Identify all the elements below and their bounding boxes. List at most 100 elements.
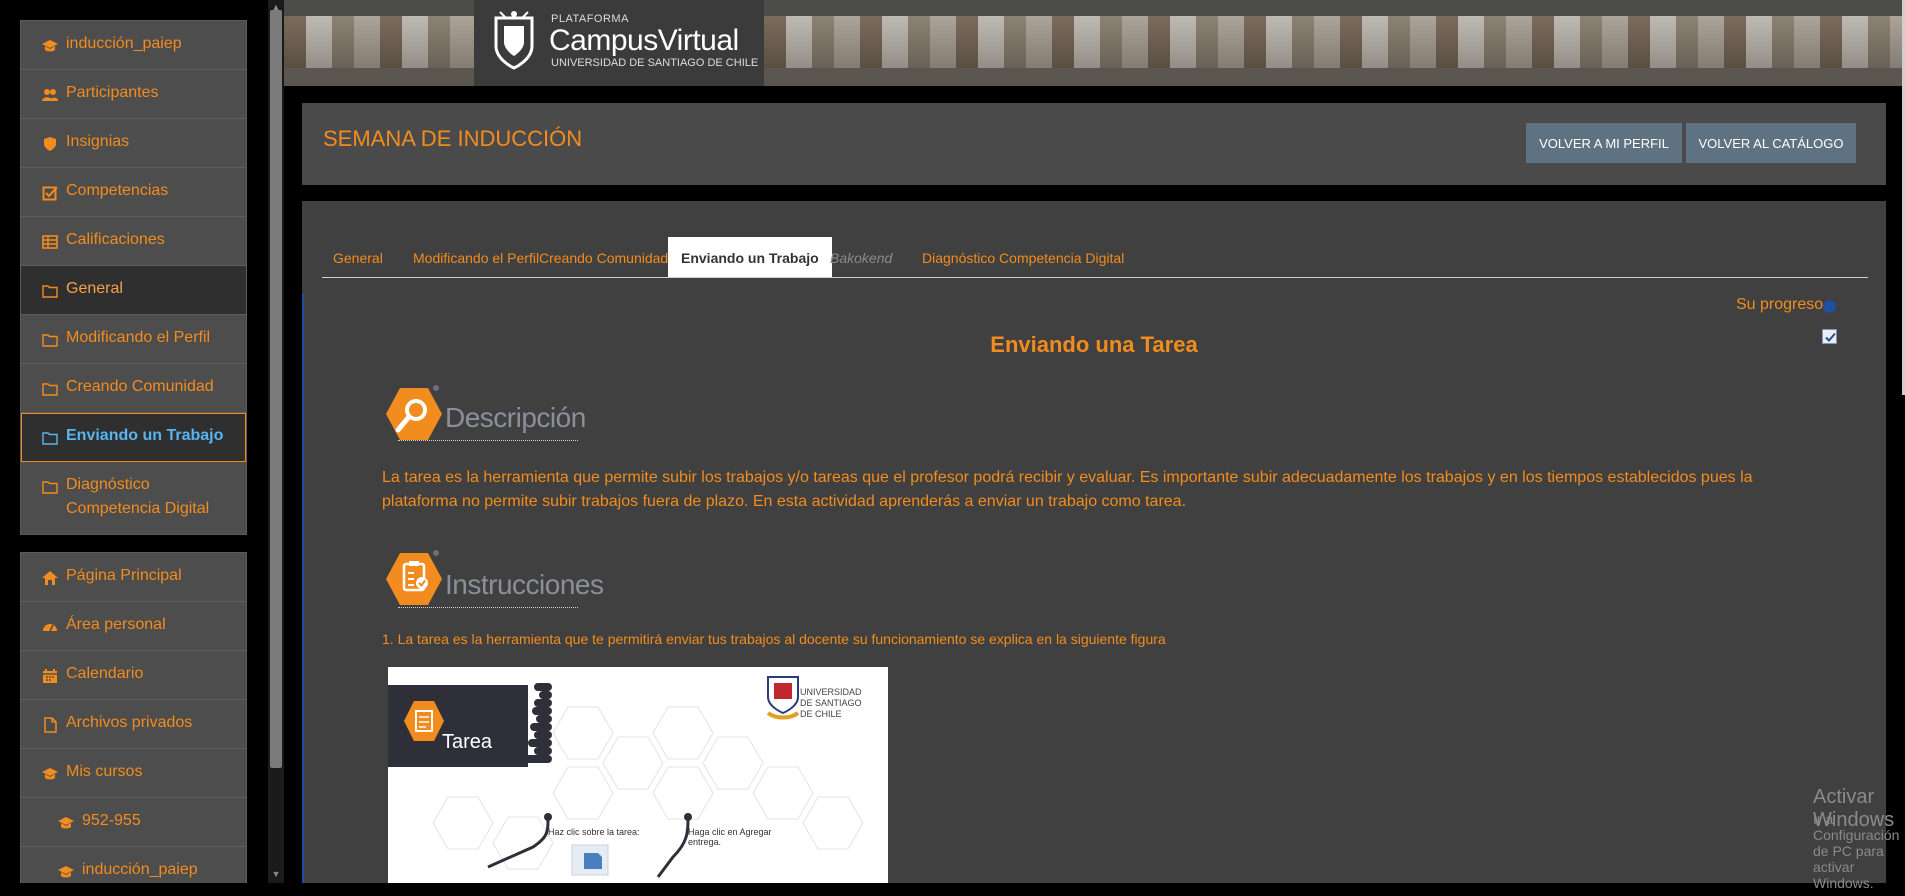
- site-nav-block: Página Principal Área personal Calendari…: [20, 552, 247, 883]
- sidebar-item-creando-comunidad[interactable]: Creando Comunidad: [21, 364, 246, 413]
- home-icon: [42, 570, 58, 586]
- task-hexagon-icon: [404, 701, 444, 741]
- graduation-cap-icon: [42, 766, 58, 782]
- sidebar-scrollbar-thumb[interactable]: [270, 10, 282, 768]
- header-banner: PLATAFORMA CampusVirtual UNIVERSIDAD DE …: [284, 0, 1905, 86]
- university-crest-icon: [494, 11, 534, 70]
- heading-underline: [398, 607, 578, 609]
- figure-note-line: entrega.: [688, 837, 722, 847]
- back-to-catalog-button[interactable]: VOLVER AL CATÁLOGO: [1686, 123, 1856, 163]
- sidebar-item-modificando-perfil[interactable]: Modificando el Perfil: [21, 315, 246, 364]
- figure-note-line: Haga clic en Agregar: [688, 827, 772, 837]
- sidebar-item-label: Creando Comunidad: [66, 378, 214, 395]
- tab-general[interactable]: General: [333, 237, 383, 277]
- sidebar-item-label: Calendario: [66, 665, 144, 682]
- sidebar-item-archivos-privados[interactable]: Archivos privados: [21, 700, 246, 749]
- back-to-profile-button[interactable]: VOLVER A MI PERFIL: [1526, 123, 1682, 163]
- sidebar-item-area-personal[interactable]: Área personal: [21, 602, 246, 651]
- table-icon: [42, 234, 58, 250]
- figure-univ-line: UNIVERSIDAD: [800, 687, 862, 697]
- folder-icon: [42, 381, 58, 397]
- file-icon: [42, 717, 58, 733]
- course-content: General Modificando el Perfil Creando Co…: [302, 201, 1886, 883]
- sidebar-item-label: Diagnóstico Competencia Digital: [66, 476, 210, 517]
- sidebar-item-label: Competencias: [66, 182, 169, 199]
- instructions-heading: Instrucciones: [384, 549, 614, 613]
- course-nav-block: inducción_paiep Participantes Insignias …: [20, 20, 247, 535]
- sidebar-item-diagnostico[interactable]: Diagnóstico Competencia Digital: [21, 462, 246, 536]
- tab-diagnostico[interactable]: Diagnóstico Competencia Digital: [922, 237, 1124, 277]
- folder-icon: [42, 283, 58, 299]
- description-paragraph: La tarea es la herramienta que permite s…: [382, 469, 1753, 510]
- page-title: SEMANA DE INDUCCIÓN: [323, 126, 583, 151]
- figure-title-banner: Tarea: [388, 685, 528, 767]
- folder-icon: [42, 430, 58, 446]
- sidebar-item-label: Página Principal: [66, 567, 182, 584]
- sidebar-item-label: Enviando un Trabajo: [66, 427, 224, 444]
- section-title: Enviando una Tarea: [990, 332, 1198, 357]
- instructions-heading-text: Instrucciones: [445, 569, 604, 600]
- sidebar-item-competencias[interactable]: Competencias: [21, 168, 246, 217]
- sidebar-item-label: Área personal: [66, 616, 166, 633]
- figure-note-add-submission: Haga clic en Agregar entrega.: [688, 827, 772, 847]
- scroll-up-arrow-icon[interactable]: ▲: [270, 2, 282, 12]
- sidebar-item-calendario[interactable]: Calendario: [21, 651, 246, 700]
- sidebar-item-insignias[interactable]: Insignias: [21, 119, 246, 168]
- sidebar-item-label: 952-955: [82, 812, 141, 829]
- progress-help-icon[interactable]: [1823, 300, 1836, 313]
- sidebar-item-induccion[interactable]: inducción_paiep: [21, 21, 246, 70]
- users-icon: [42, 87, 58, 103]
- sidebar-item-label: Archivos privados: [66, 714, 193, 731]
- sidebar-item-calificaciones[interactable]: Calificaciones: [21, 217, 246, 266]
- sidebar-item-label: General: [66, 280, 123, 297]
- checkbox-icon: [42, 185, 58, 201]
- sidebar-item-course-952-955[interactable]: 952-955: [21, 798, 246, 847]
- sidebar-item-general[interactable]: General: [21, 266, 246, 315]
- heading-underline: [398, 440, 578, 442]
- campus-virtual-logo[interactable]: PLATAFORMA CampusVirtual UNIVERSIDAD DE …: [474, 0, 764, 86]
- instruction-figure[interactable]: Tarea UNIVERSIDAD DE SANTIAGO DE CHILE H…: [388, 667, 888, 883]
- sidebar-item-label: Participantes: [66, 84, 159, 101]
- instruction-step-1: 1. La tarea es la herramienta que te per…: [382, 631, 1166, 647]
- graduation-cap-icon: [42, 38, 58, 54]
- magnifier-icon: [386, 385, 442, 440]
- logo-university-text: UNIVERSIDAD DE SANTIAGO DE CHILE: [551, 57, 759, 69]
- sidebar-item-label: inducción_paiep: [66, 35, 182, 52]
- tab-enviando-trabajo[interactable]: Enviando un Trabajo: [668, 237, 832, 277]
- shield-icon: [42, 136, 58, 152]
- sidebar-item-label: inducción_paiep: [82, 861, 198, 878]
- progress-label: Su progreso: [1736, 296, 1824, 313]
- sidebar-item-participantes[interactable]: Participantes: [21, 70, 246, 119]
- sidebar-item-mis-cursos[interactable]: Mis cursos: [21, 749, 246, 798]
- section-left-border: [302, 293, 304, 883]
- sidebar-item-course-induccion[interactable]: inducción_paiep: [21, 847, 246, 896]
- figure-title-text: Tarea: [442, 731, 493, 753]
- figure-univ-line: DE CHILE: [800, 709, 842, 719]
- tab-modificando-perfil[interactable]: Modificando el Perfil: [413, 237, 539, 277]
- clipboard-check-icon: [386, 550, 442, 605]
- description-heading: Descripción: [384, 384, 614, 448]
- scroll-down-arrow-icon[interactable]: ▼: [270, 869, 282, 879]
- description-heading-text: Descripción: [445, 402, 586, 433]
- tab-creando-comunidad[interactable]: Creando Comunidad: [539, 237, 668, 277]
- figure-univ-line: DE SANTIAGO: [800, 698, 862, 708]
- sidebar-item-label: Calificaciones: [66, 231, 165, 248]
- figure-note-click-task: Haz clic sobre la tarea:: [548, 827, 640, 837]
- sidebar: inducción_paiep Participantes Insignias …: [0, 0, 268, 883]
- graduation-cap-icon: [58, 815, 74, 831]
- sidebar-item-enviando-trabajo[interactable]: Enviando un Trabajo: [21, 413, 246, 462]
- graduation-cap-icon: [58, 864, 74, 880]
- sidebar-item-pagina-principal[interactable]: Página Principal: [21, 553, 246, 602]
- windows-activation-subtitle: Ir a Configuración de PC para activar Wi…: [1813, 811, 1900, 891]
- sidebar-item-label: Modificando el Perfil: [66, 329, 211, 346]
- dashboard-icon: [42, 619, 58, 635]
- sidebar-item-label: Mis cursos: [66, 763, 143, 780]
- calendar-icon: [42, 668, 58, 684]
- logo-campus-text: CampusVirtual: [549, 24, 739, 57]
- figure-university-text: UNIVERSIDAD DE SANTIAGO DE CHILE: [800, 687, 862, 720]
- sidebar-item-label: Insignias: [66, 133, 130, 150]
- section-tabs: General Modificando el Perfil Creando Co…: [322, 237, 1868, 278]
- main-area: PLATAFORMA CampusVirtual UNIVERSIDAD DE …: [284, 0, 1905, 891]
- tab-bakokend: Bakokend: [830, 250, 893, 266]
- course-header: SEMANA DE INDUCCIÓN VOLVER A MI PERFIL V…: [302, 103, 1886, 185]
